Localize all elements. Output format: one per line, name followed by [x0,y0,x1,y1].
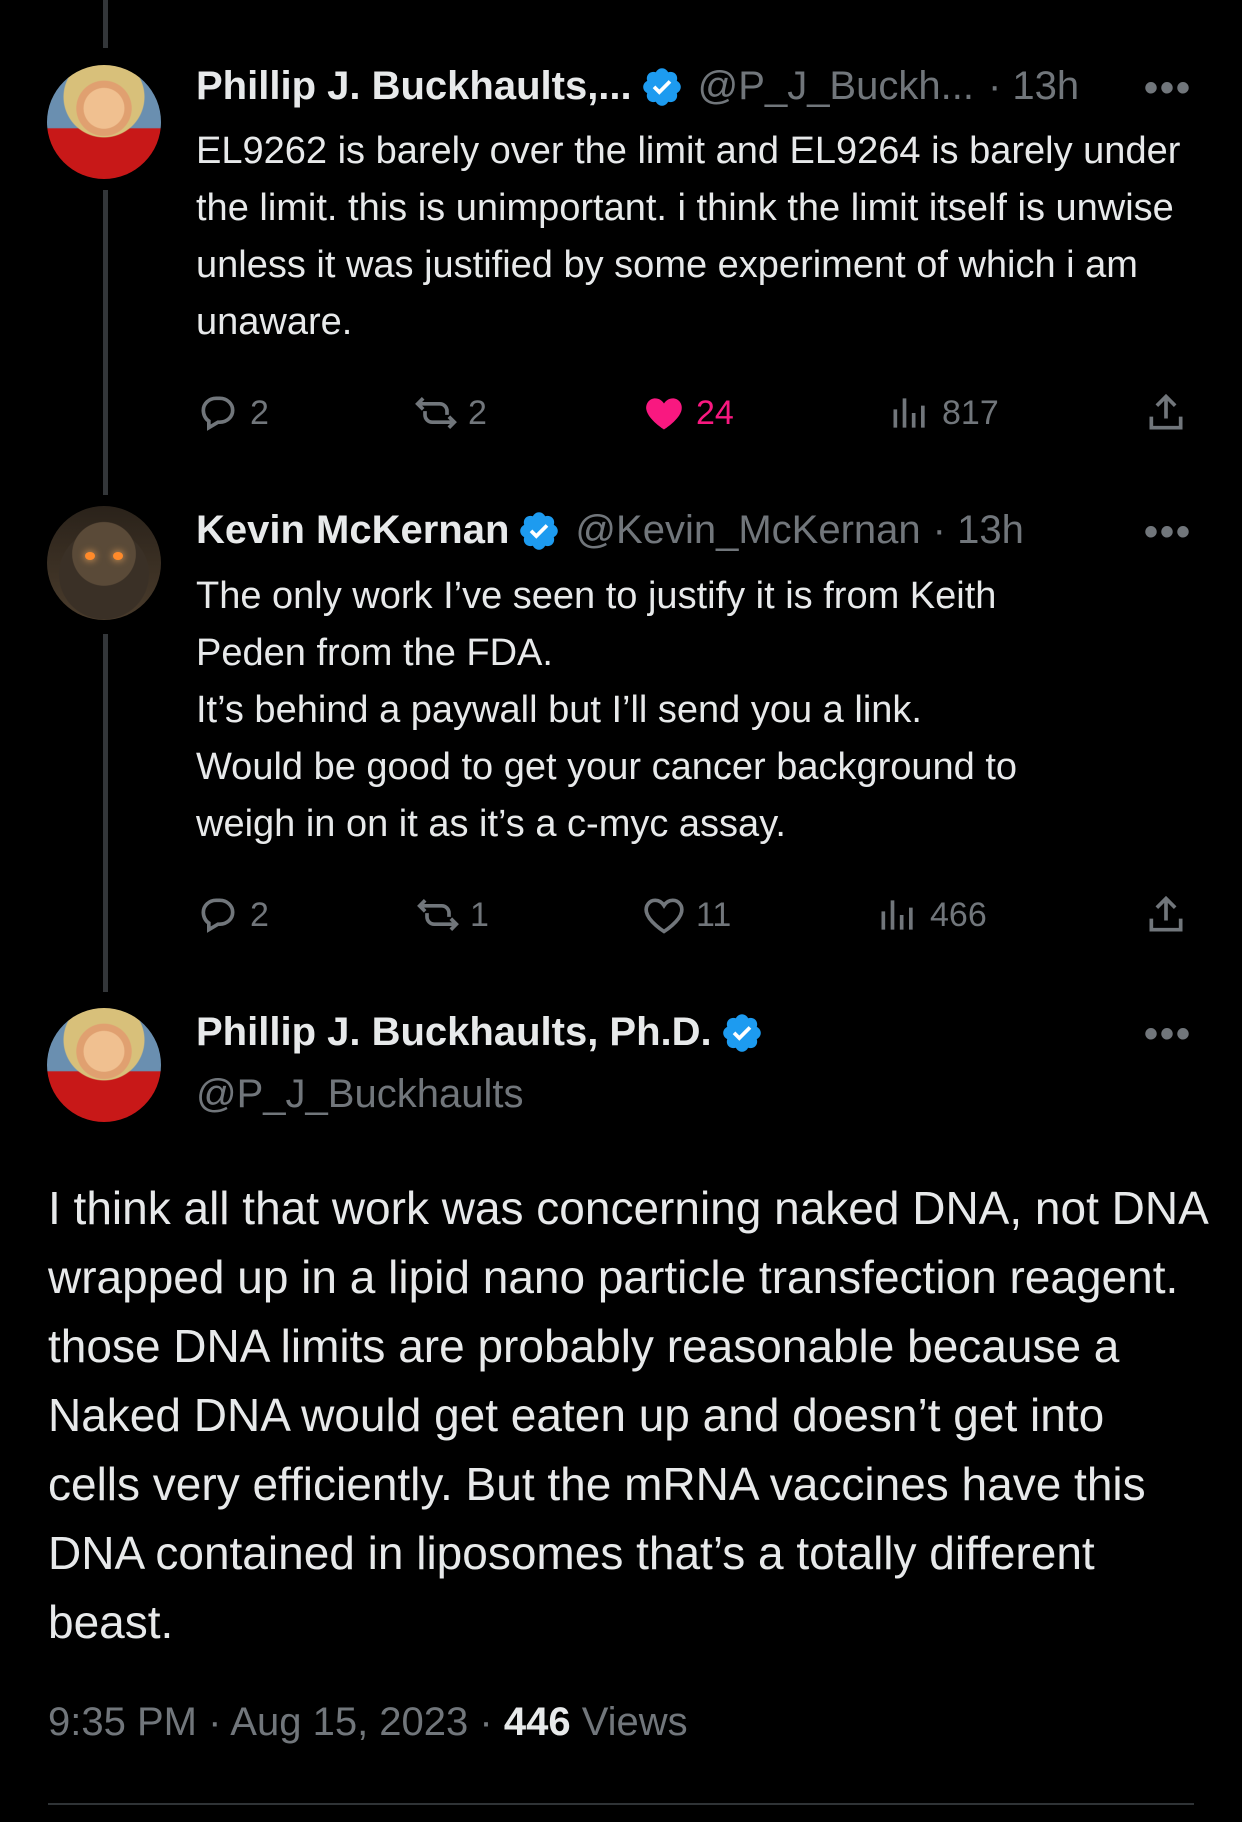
tweet-actions: 2 1 11 466 [196,893,1196,943]
more-options-icon[interactable]: ••• [1144,510,1192,555]
analytics-icon [881,900,913,930]
eye-glow [113,552,123,560]
tweet-actions: 2 2 24 817 [196,391,1196,441]
reply-count: 2 [250,895,269,934]
repost-icon [415,397,457,429]
timestamp[interactable]: · 13h [988,64,1079,109]
tweet-text: EL9262 is barely over the limit and EL92… [196,130,1181,343]
share-icon [1149,393,1183,430]
timestamp[interactable]: · 13h [933,508,1024,553]
reply-icon [201,396,235,431]
tweet-text-line: Peden from the FDA. [196,632,553,674]
share-icon [1149,895,1183,932]
repost-count: 2 [468,393,487,432]
tweet-header: Phillip J. Buckhaults,... @P_J_Buckh... … [196,64,1079,109]
divider [48,1803,1194,1805]
verified-badge-icon [722,1013,761,1052]
repost-count: 1 [470,895,489,934]
tweet-header: Kevin McKernan @Kevin_McKernan · 13h [196,508,1024,553]
share-button[interactable] [1144,893,1198,937]
views-count: 446 [503,1700,571,1744]
reply-button[interactable]: 2 [196,391,269,435]
author-handle[interactable]: @P_J_Buckh... [698,64,974,109]
author-name[interactable]: Phillip J. Buckhaults, Ph.D. [196,1010,712,1055]
thread-line-top [103,0,108,48]
timestamp[interactable]: 9:35 PM · Aug 15, 2023 · [48,1700,504,1744]
avatar[interactable] [47,506,161,620]
views-count: 817 [942,393,999,432]
tweet-meta: 9:35 PM · Aug 15, 2023 · 446 Views [48,1700,688,1745]
heart-filled-icon [646,398,682,430]
repost-icon [417,899,459,931]
verified-badge-icon [642,67,681,106]
like-count: 11 [696,895,732,934]
tweet-text-line: The only work I’ve seen to justify it is… [196,575,997,617]
repost-button[interactable]: 1 [416,893,489,937]
views-count: 466 [930,895,987,934]
heart-icon [644,898,684,934]
tweet-text: I think all that work was concerning nak… [48,1182,1207,1648]
eye-glow [85,552,95,560]
views-label: Views [570,1700,688,1744]
author-handle[interactable]: @Kevin_McKernan [575,508,920,553]
verified-badge-icon [520,511,559,550]
analytics-icon [893,398,925,428]
thread-line-2 [103,634,108,992]
repost-button[interactable]: 2 [414,391,487,435]
reply-button[interactable]: 2 [196,893,269,937]
author-name-row: Phillip J. Buckhaults, Ph.D. [196,1010,764,1055]
author-handle[interactable]: @P_J_Buckhaults [196,1072,523,1117]
like-button[interactable]: 11 [642,893,731,937]
reply-count: 2 [250,393,269,432]
tweet-text-line: Would be good to get your cancer backgro… [196,746,1018,788]
avatar[interactable] [47,1008,161,1122]
author-name[interactable]: Kevin McKernan [196,508,509,553]
views-button[interactable]: 817 [888,391,999,435]
views-button[interactable]: 466 [876,893,987,937]
like-button[interactable]: 24 [642,391,734,435]
avatar[interactable] [47,65,161,179]
tweet-text-line: weigh in on it as it’s a c-myc assay. [196,803,786,845]
more-options-icon[interactable]: ••• [1144,1012,1192,1057]
author-name[interactable]: Phillip J. Buckhaults,... [196,64,632,109]
tweet-text-line: It’s behind a paywall but I’ll send you … [196,689,922,731]
like-count: 24 [696,393,734,432]
thread-line-1 [103,190,108,495]
share-button[interactable] [1144,391,1198,435]
tweet-text: The only work I’ve seen to justify it is… [196,568,1206,853]
reply-icon [201,898,235,933]
more-options-icon[interactable]: ••• [1144,66,1192,111]
